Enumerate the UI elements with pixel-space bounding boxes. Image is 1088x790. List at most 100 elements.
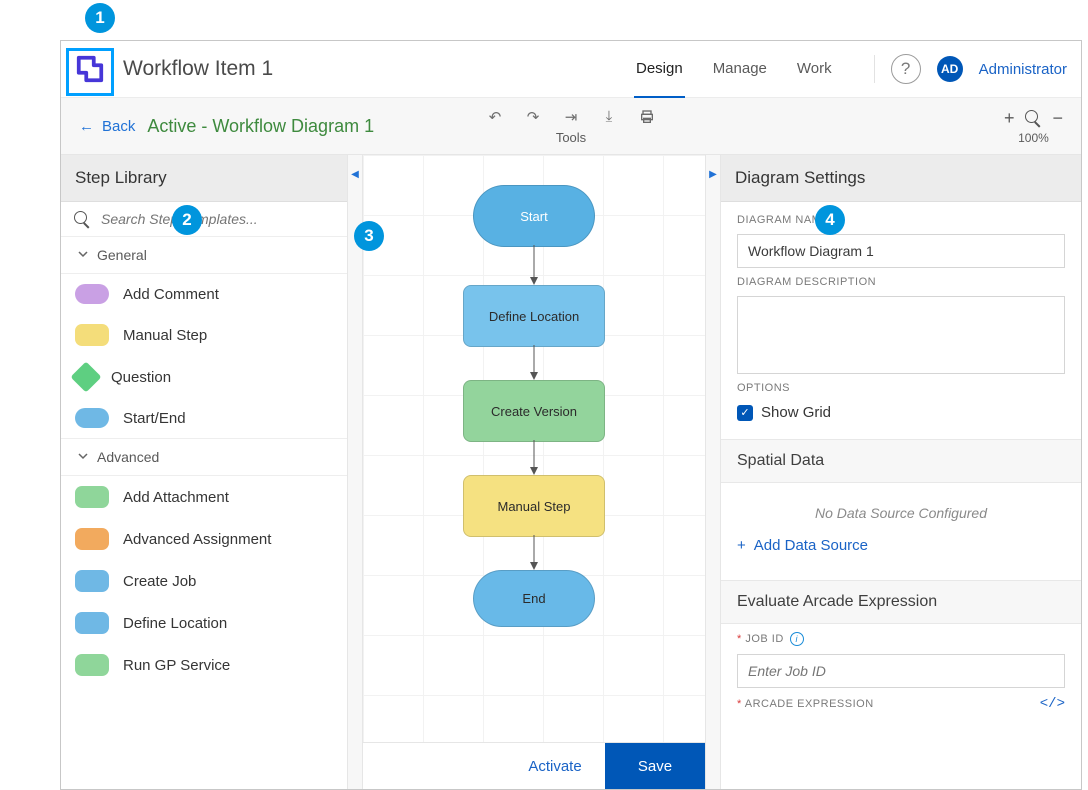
options-label: OPTIONS <box>737 382 1065 394</box>
rect-icon <box>75 654 109 676</box>
category-general[interactable]: General <box>61 237 347 274</box>
category-advanced[interactable]: Advanced <box>61 439 347 476</box>
step-search <box>61 202 347 237</box>
node-manual-step[interactable]: Manual Step <box>463 475 605 537</box>
show-grid-checkbox[interactable]: ✓ Show Grid <box>737 404 1065 421</box>
tools-label: Tools <box>556 130 586 145</box>
rect-icon <box>75 528 109 550</box>
chevron-down-icon <box>77 449 89 465</box>
step-label: Advanced Assignment <box>123 531 271 548</box>
collapse-right-handle[interactable]: ▶ <box>705 155 720 789</box>
help-icon[interactable]: ? <box>891 54 921 84</box>
activate-button[interactable]: Activate <box>505 743 605 789</box>
app-logo-icon[interactable] <box>75 54 105 84</box>
plus-icon: + <box>737 537 746 554</box>
header-tabs: Design Manage Work <box>634 41 834 97</box>
step-start-end[interactable]: Start/End <box>61 398 347 439</box>
connector-arrow <box>529 345 539 380</box>
header-right: ? AD Administrator <box>874 54 1067 84</box>
search-icon <box>73 210 91 228</box>
app-window: Workflow Item 1 Design Manage Work ? AD … <box>60 40 1082 790</box>
toolbar: ← Back Active - Workflow Diagram 1 ↶ ↷ ⇥… <box>61 98 1081 155</box>
zoom-in-button[interactable]: + <box>1004 108 1015 129</box>
align-vertical-icon[interactable]: ⤓ <box>600 108 618 126</box>
diagram-canvas[interactable]: Start Define Location Create Version Man… <box>363 155 705 789</box>
spatial-data-title: Spatial Data <box>737 452 1065 470</box>
callout-badge: 3 <box>354 221 384 251</box>
add-data-source-button[interactable]: + Add Data Source <box>737 535 1065 562</box>
search-icon[interactable] <box>1024 109 1042 127</box>
category-label: General <box>97 247 147 263</box>
step-manual-step[interactable]: Manual Step <box>61 314 347 356</box>
add-data-source-label: Add Data Source <box>754 537 868 554</box>
node-start[interactable]: Start <box>473 185 595 247</box>
info-icon[interactable]: i <box>790 632 804 646</box>
step-label: Run GP Service <box>123 657 230 674</box>
no-data-source-text: No Data Source Configured <box>737 491 1065 527</box>
rect-icon <box>75 324 109 346</box>
step-add-comment[interactable]: Add Comment <box>61 274 347 314</box>
connector-arrow <box>529 535 539 570</box>
step-search-input[interactable] <box>99 210 335 228</box>
step-question[interactable]: Question <box>61 356 347 398</box>
tab-work[interactable]: Work <box>795 40 834 98</box>
back-button[interactable]: ← Back <box>79 118 135 135</box>
jobid-label: JOB IDi <box>737 632 1065 646</box>
node-define-location[interactable]: Define Location <box>463 285 605 347</box>
breadcrumb: Active - Workflow Diagram 1 <box>147 116 374 137</box>
diagram-settings-panel: Diagram Settings DIAGRAM NAME DIAGRAM DE… <box>720 155 1081 789</box>
back-label: Back <box>102 118 135 135</box>
tab-manage[interactable]: Manage <box>711 40 769 98</box>
undo-icon[interactable]: ↶ <box>486 108 504 126</box>
page-title: Workflow Item 1 <box>123 57 273 81</box>
canvas-footer: Activate Save <box>363 742 705 789</box>
tab-design[interactable]: Design <box>634 40 685 98</box>
step-label: Start/End <box>123 410 186 427</box>
zoom-out-button[interactable]: − <box>1052 108 1063 129</box>
rect-icon <box>75 612 109 634</box>
collapse-left-handle[interactable]: ◀ <box>348 155 363 789</box>
redo-icon[interactable]: ↷ <box>524 108 542 126</box>
step-library-panel: Step Library General Add Comment Manual … <box>61 155 348 789</box>
step-add-attachment[interactable]: Add Attachment <box>61 476 347 518</box>
jobid-input[interactable] <box>737 654 1065 688</box>
step-label: Question <box>111 369 171 386</box>
connector-arrow <box>529 245 539 285</box>
step-create-job[interactable]: Create Job <box>61 560 347 602</box>
step-run-gp-service[interactable]: Run GP Service <box>61 644 347 686</box>
avatar[interactable]: AD <box>937 56 963 82</box>
user-menu[interactable]: Administrator <box>979 61 1067 78</box>
diagram-settings-title: Diagram Settings <box>721 155 1081 202</box>
callout-badge: 2 <box>172 205 202 235</box>
node-create-version[interactable]: Create Version <box>463 380 605 442</box>
diamond-icon <box>70 361 101 392</box>
step-advanced-assignment[interactable]: Advanced Assignment <box>61 518 347 560</box>
arcade-section: Evaluate Arcade Expression <box>721 580 1081 624</box>
print-icon[interactable] <box>638 108 656 126</box>
code-icon[interactable]: </> <box>1040 696 1065 712</box>
arrow-left-icon: ← <box>79 118 94 135</box>
diagram-desc-input[interactable] <box>737 296 1065 374</box>
step-label: Define Location <box>123 615 227 632</box>
oval-icon <box>75 284 109 304</box>
spatial-data-section: Spatial Data <box>721 439 1081 483</box>
rect-icon <box>75 570 109 592</box>
step-label: Create Job <box>123 573 196 590</box>
zoom-controls: + − 100% <box>1004 108 1063 145</box>
callout-badge: 4 <box>815 205 845 235</box>
callout-badge: 1 <box>85 3 115 33</box>
category-label: Advanced <box>97 449 159 465</box>
save-button[interactable]: Save <box>605 743 705 789</box>
node-end[interactable]: End <box>473 570 595 627</box>
divider <box>874 55 875 83</box>
diagram-name-input[interactable] <box>737 234 1065 268</box>
step-label: Manual Step <box>123 327 207 344</box>
app-header: Workflow Item 1 Design Manage Work ? AD … <box>61 41 1081 98</box>
arcade-expression-label: ARCADE EXPRESSION <box>737 698 874 710</box>
align-horizontal-icon[interactable]: ⇥ <box>562 108 580 126</box>
diagram-name-label: DIAGRAM NAME <box>737 214 1065 226</box>
zoom-level: 100% <box>1018 131 1049 145</box>
step-define-location[interactable]: Define Location <box>61 602 347 644</box>
step-label: Add Comment <box>123 286 219 303</box>
show-grid-label: Show Grid <box>761 404 831 421</box>
